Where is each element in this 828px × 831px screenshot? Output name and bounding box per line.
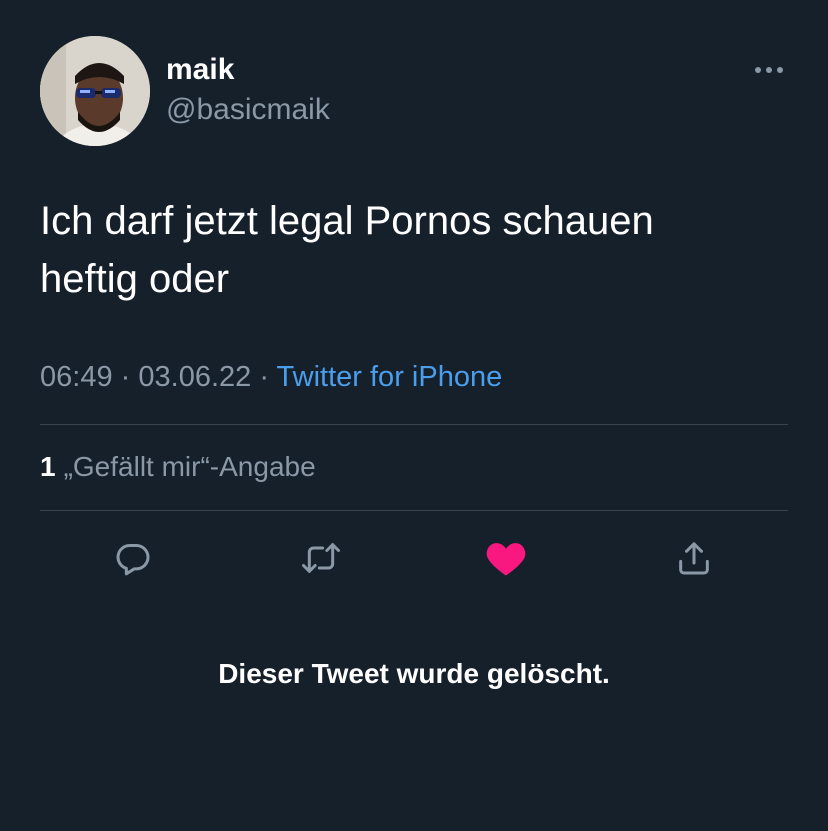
author-handle[interactable]: @basicmaik	[166, 92, 330, 128]
tweet-deleted-notice: Dieser Tweet wurde gelöscht.	[218, 658, 610, 689]
heart-icon	[486, 543, 526, 576]
author-display-name[interactable]: maik	[166, 52, 234, 88]
reply-icon	[116, 544, 150, 576]
tweet-time: 06:49	[40, 361, 113, 393]
like-label: „Gefällt mir“-Angabe	[63, 451, 316, 482]
share-button[interactable]	[670, 534, 718, 582]
meta-separator: ·	[120, 361, 131, 393]
tweet-text: Ich darf jetzt legal Pornos schauen heft…	[40, 199, 654, 301]
tweet-date: 03.06.22	[138, 361, 252, 393]
tweet-meta: 06:49 · 03.06.22 · Twitter for iPhone	[40, 359, 502, 395]
retweet-button[interactable]	[297, 534, 345, 582]
like-count: 1	[40, 451, 56, 482]
avatar[interactable]	[40, 36, 150, 146]
divider	[40, 424, 788, 425]
likes-stat[interactable]: 1 „Gefällt mir“-Angabe	[40, 449, 316, 485]
tweet-source-link[interactable]: Twitter for iPhone	[277, 361, 503, 393]
more-button[interactable]	[750, 58, 788, 82]
meta-separator: ·	[259, 361, 269, 393]
share-icon	[679, 542, 709, 575]
more-icon	[755, 67, 783, 73]
reply-button[interactable]	[109, 534, 157, 582]
user-avatar-photo	[40, 36, 150, 146]
like-button[interactable]	[482, 534, 530, 582]
retweet-icon	[302, 543, 340, 573]
divider	[40, 510, 788, 511]
